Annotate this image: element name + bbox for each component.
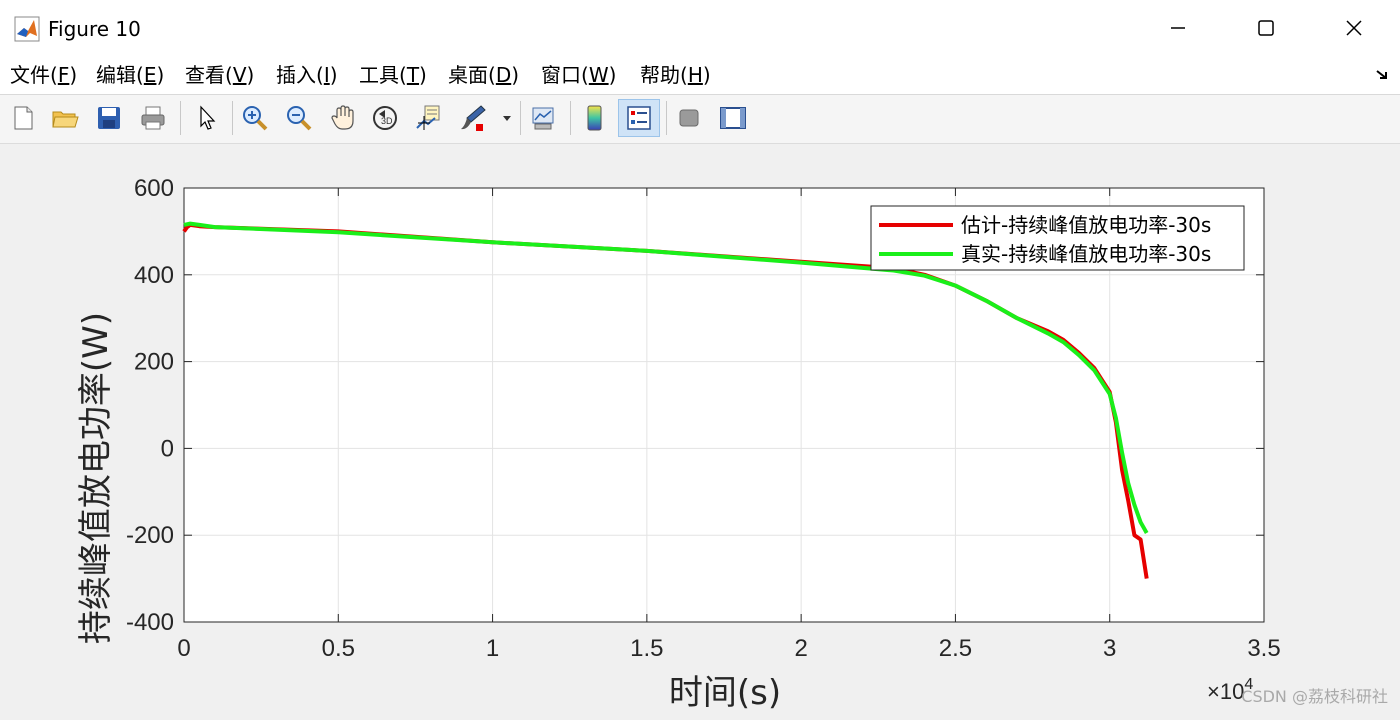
figure-canvas: 0 0.5 1 1.5 2 2.5 3 3.5 600 400 200 0 -200 -400 估计-持续… <box>0 144 1400 716</box>
pan-hand-icon <box>331 105 354 130</box>
menu-edit[interactable]: 编辑(E) <box>96 62 164 88</box>
menu-insert[interactable]: 插入(I) <box>276 62 338 88</box>
x-tick-label: 1.5 <box>630 635 663 662</box>
toolbar-separator <box>232 101 233 135</box>
new-file-icon <box>14 106 33 130</box>
zoom-in-button[interactable] <box>238 101 272 135</box>
pointer-icon <box>200 105 216 130</box>
y-tick-label: -400 <box>126 609 174 636</box>
show-plot-tools-button[interactable] <box>716 101 750 135</box>
toolbar-separator <box>180 101 181 135</box>
print-button[interactable] <box>136 101 170 135</box>
x-tick-label: 3 <box>1103 635 1116 662</box>
minimize-button[interactable] <box>1134 0 1222 56</box>
zoom-out-icon <box>287 106 312 131</box>
window-title: Figure 10 <box>48 17 141 41</box>
open-folder-icon <box>52 111 79 128</box>
hide-plot-tools-icon <box>679 109 699 127</box>
y-tick-label: 600 <box>134 175 174 202</box>
rotate-button[interactable]: 3D <box>368 101 402 135</box>
menu-view[interactable]: 查看(V) <box>185 62 254 88</box>
menu-bar: 文件(F) 编辑(E) 查看(V) 插入(I) 工具(T) 桌面(D) 窗口(W… <box>0 56 1400 95</box>
legend[interactable]: 估计-持续峰值放电功率-30s 真实-持续峰值放电功率-30s <box>870 205 1245 271</box>
chevron-down-icon <box>503 116 511 121</box>
brush-icon <box>461 105 486 131</box>
legend-label: 真实-持续峰值放电功率-30s <box>961 242 1211 266</box>
menu-window[interactable]: 窗口(W) <box>541 62 616 88</box>
data-cursor-icon <box>416 105 440 130</box>
menu-tools[interactable]: 工具(T) <box>359 62 427 88</box>
svg-text:3D: 3D <box>381 116 393 126</box>
y-tick-label: 400 <box>134 262 174 289</box>
data-cursor-button[interactable] <box>412 101 446 135</box>
toolbar-separator <box>570 101 571 135</box>
rotate-3d-icon: 3D <box>373 106 397 130</box>
close-icon <box>1346 20 1362 36</box>
y-tick-label: 0 <box>161 435 174 462</box>
toolbar-separator <box>666 101 667 135</box>
insert-legend-button[interactable] <box>618 99 660 137</box>
show-plot-tools-icon <box>720 107 746 129</box>
maximize-icon <box>1258 20 1274 36</box>
hide-plot-tools-button[interactable] <box>672 101 706 135</box>
brush-dropdown[interactable] <box>496 101 518 135</box>
title-bar: Figure 10 <box>0 0 1400 56</box>
legend-icon <box>627 106 651 130</box>
watermark: CSDN @荔枝科研社 <box>1241 687 1388 706</box>
x-tick-label: 1 <box>486 635 499 662</box>
zoom-in-icon <box>243 106 268 131</box>
dock-arrow-icon[interactable] <box>1374 66 1390 82</box>
x-tick-label: 2.5 <box>939 635 972 662</box>
open-button[interactable] <box>48 101 82 135</box>
menu-file[interactable]: 文件(F) <box>10 62 77 88</box>
x-tick-label: 3.5 <box>1247 635 1280 662</box>
y-tick-label: 200 <box>134 349 174 376</box>
x-tick-label: 0.5 <box>322 635 355 662</box>
legend-label: 估计-持续峰值放电功率-30s <box>961 213 1211 237</box>
brush-button[interactable] <box>456 101 490 135</box>
insert-colorbar-button[interactable] <box>578 101 612 135</box>
y-tick-label: -200 <box>126 522 174 549</box>
maximize-button[interactable] <box>1222 0 1310 56</box>
x-axis-label: 时间(s) <box>669 673 781 713</box>
pan-button[interactable] <box>326 101 360 135</box>
close-button[interactable] <box>1310 0 1398 56</box>
toolbar: 3D <box>0 95 1400 144</box>
menu-help[interactable]: 帮助(H) <box>640 62 711 88</box>
colorbar-icon <box>587 105 602 131</box>
minimize-icon <box>1171 27 1185 29</box>
save-button[interactable] <box>92 101 126 135</box>
menu-desktop[interactable]: 桌面(D) <box>448 62 519 88</box>
x-tick-label: 0 <box>177 635 190 662</box>
save-icon <box>98 107 120 129</box>
line-chart[interactable]: 0 0.5 1 1.5 2 2.5 3 3.5 600 400 200 0 -200 -400 估计-持续… <box>0 144 1400 716</box>
edit-plot-button[interactable] <box>190 101 224 135</box>
y-axis-label: 持续峰值放电功率(W) <box>76 312 116 644</box>
link-plot-button[interactable] <box>526 101 560 135</box>
toolbar-separator <box>520 101 521 135</box>
matlab-icon <box>14 16 40 42</box>
zoom-out-button[interactable] <box>282 101 316 135</box>
x-tick-label: 2 <box>794 635 807 662</box>
link-plot-icon <box>532 107 554 130</box>
new-figure-button[interactable] <box>6 101 40 135</box>
print-icon <box>141 106 165 130</box>
